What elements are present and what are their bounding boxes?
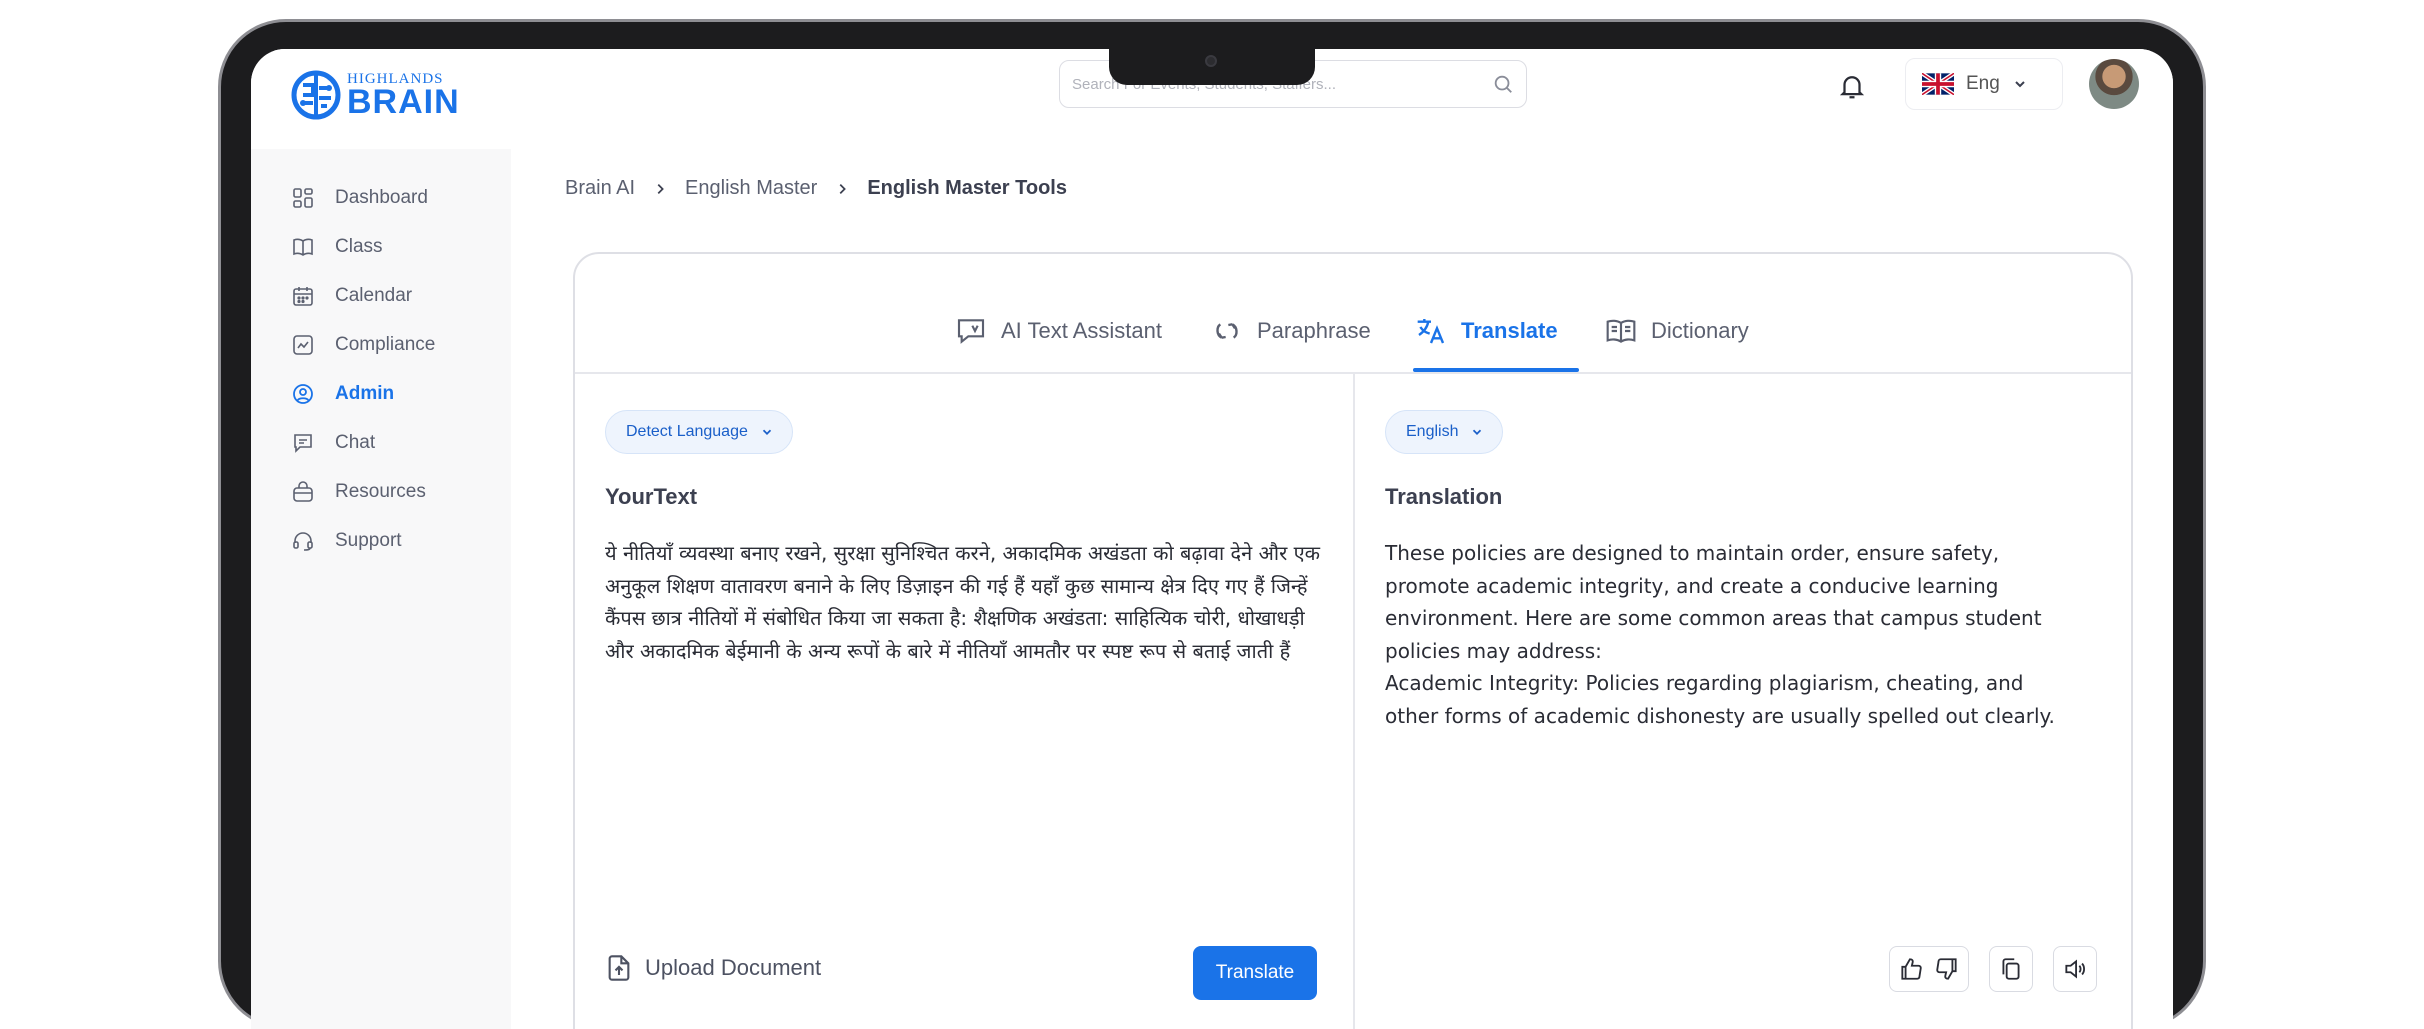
tab-label: Dictionary xyxy=(1651,318,1749,343)
tool-tabs: AI Text Assistant Paraphrase Translate D… xyxy=(575,254,2131,374)
breadcrumb-brain-ai[interactable]: Brain AI xyxy=(565,177,635,200)
breadcrumb: Brain AI English Master English Master T… xyxy=(565,177,1067,200)
copy-icon[interactable] xyxy=(1998,956,2024,982)
sidebar-item-compliance[interactable]: Compliance xyxy=(291,330,435,360)
sidebar-item-label: Dashboard xyxy=(335,187,428,208)
thumbs-up-icon[interactable] xyxy=(1898,956,1924,982)
translation-actions xyxy=(1889,946,2097,992)
camera-notch xyxy=(1109,49,1315,85)
calendar-icon xyxy=(293,287,313,306)
language-label: Eng xyxy=(1966,73,2000,94)
search-icon[interactable] xyxy=(1492,73,1514,95)
book-icon xyxy=(293,238,313,256)
dashboard-icon xyxy=(293,188,313,208)
chevron-right-icon xyxy=(839,183,847,194)
paraphrase-icon xyxy=(1216,323,1238,339)
sidebar-item-label: Resources xyxy=(335,481,426,502)
active-tab-indicator xyxy=(1413,368,1579,372)
tab-label: AI Text Assistant xyxy=(1001,318,1163,343)
app-screen: HIGHLANDS BRAIN Eng xyxy=(251,49,2173,1029)
translation-line: Academic Integrity: Policies regarding p… xyxy=(1385,671,2024,695)
sidebar: Dashboard Class Calendar Compliance Admi… xyxy=(251,149,511,1029)
translation-line: policies may address: xyxy=(1385,638,1602,663)
sidebar-item-chat[interactable]: Chat xyxy=(291,428,375,458)
translation-line: These policies are designed to maintain … xyxy=(1385,541,2000,565)
sidebar-item-label: Support xyxy=(335,530,402,551)
sidebar-item-label: Admin xyxy=(335,383,395,404)
brain-logo-icon xyxy=(291,70,341,120)
chat-icon xyxy=(294,434,312,453)
sidebar-item-class[interactable]: Class xyxy=(291,232,383,262)
sidebar-item-label: Chat xyxy=(335,432,376,453)
upload-label: Upload Document xyxy=(645,955,822,980)
source-pane: Detect Language YourText ये नीतियाँ व्यव… xyxy=(575,374,1355,1029)
upload-document-button[interactable]: Upload Document xyxy=(605,954,821,982)
brand-large: BRAIN xyxy=(347,82,460,121)
translation-line: promote academic integrity, and create a… xyxy=(1385,573,1999,598)
sidebar-item-support[interactable]: Support xyxy=(291,526,402,556)
chart-icon xyxy=(293,335,313,355)
translation-line: environment. Here are some common areas … xyxy=(1385,606,2042,630)
translation-line: other forms of academic dishonesty are u… xyxy=(1385,703,2055,728)
user-avatar[interactable] xyxy=(2089,59,2139,109)
speaker-group xyxy=(2053,946,2097,992)
source-language-label: Detect Language xyxy=(626,423,748,440)
translate-icon xyxy=(1417,319,1445,344)
brand-wordmark: HIGHLANDS BRAIN xyxy=(347,71,460,121)
tab-dictionary[interactable]: Dictionary xyxy=(1605,312,1749,370)
sidebar-item-admin[interactable]: Admin xyxy=(291,379,394,409)
sidebar-item-label: Calendar xyxy=(335,285,413,306)
tab-paraphrase[interactable]: Paraphrase xyxy=(1211,312,1371,370)
chevron-down-icon xyxy=(1473,429,1482,435)
target-pane: English Translation These policies are d… xyxy=(1355,374,2131,1029)
sidebar-item-label: Compliance xyxy=(335,334,436,355)
sidebar-item-label: Class xyxy=(335,236,383,257)
tab-label: Paraphrase xyxy=(1257,318,1371,343)
sidebar-item-calendar[interactable]: Calendar xyxy=(291,281,412,311)
dictionary-icon xyxy=(1606,319,1636,343)
translation-output: These policies are designed to maintain … xyxy=(1385,537,2105,732)
feedback-group xyxy=(1889,946,1969,992)
target-language-label: English xyxy=(1406,423,1459,440)
chevron-down-icon xyxy=(2015,81,2025,88)
thumbs-down-icon[interactable] xyxy=(1934,956,1960,982)
resources-icon xyxy=(293,481,313,502)
tab-ai-text-assistant[interactable]: AI Text Assistant xyxy=(955,312,1162,370)
chevron-right-icon xyxy=(657,183,664,194)
language-selector[interactable]: Eng xyxy=(1905,58,2063,110)
source-text-input[interactable]: ये नीतियाँ व्यवस्था बनाए रखने, सुरक्षा स… xyxy=(605,537,1325,667)
sidebar-item-resources[interactable]: Resources xyxy=(291,477,426,507)
speaker-icon[interactable] xyxy=(2062,956,2088,982)
tab-label: Translate xyxy=(1461,318,1558,343)
translation-title: Translation xyxy=(1385,484,1503,509)
target-language-select[interactable]: English xyxy=(1385,410,1504,454)
camera-icon xyxy=(1205,55,1217,67)
sidebar-item-dashboard[interactable]: Dashboard xyxy=(291,183,428,213)
breadcrumb-english-master[interactable]: English Master xyxy=(685,177,817,200)
tools-card: AI Text Assistant Paraphrase Translate D… xyxy=(573,252,2133,1029)
brand-logo[interactable]: HIGHLANDS BRAIN xyxy=(291,65,460,125)
admin-icon xyxy=(293,384,313,404)
translate-button[interactable]: Translate xyxy=(1193,946,1317,1000)
tab-translate[interactable]: Translate xyxy=(1415,312,1558,370)
copy-group xyxy=(1989,946,2033,992)
text-assistant-icon xyxy=(957,319,985,344)
main-content: Brain AI English Master English Master T… xyxy=(511,149,2173,1029)
upload-file-icon xyxy=(608,955,630,981)
breadcrumb-current: English Master Tools xyxy=(867,177,1067,199)
headset-icon xyxy=(293,532,313,551)
uk-flag-icon xyxy=(1922,73,1954,95)
laptop-frame: HIGHLANDS BRAIN Eng xyxy=(218,19,2206,1029)
notification-bell-icon[interactable] xyxy=(1837,71,1867,101)
source-title: YourText xyxy=(605,484,698,509)
chevron-down-icon xyxy=(762,429,771,435)
source-language-select[interactable]: Detect Language xyxy=(605,410,793,454)
